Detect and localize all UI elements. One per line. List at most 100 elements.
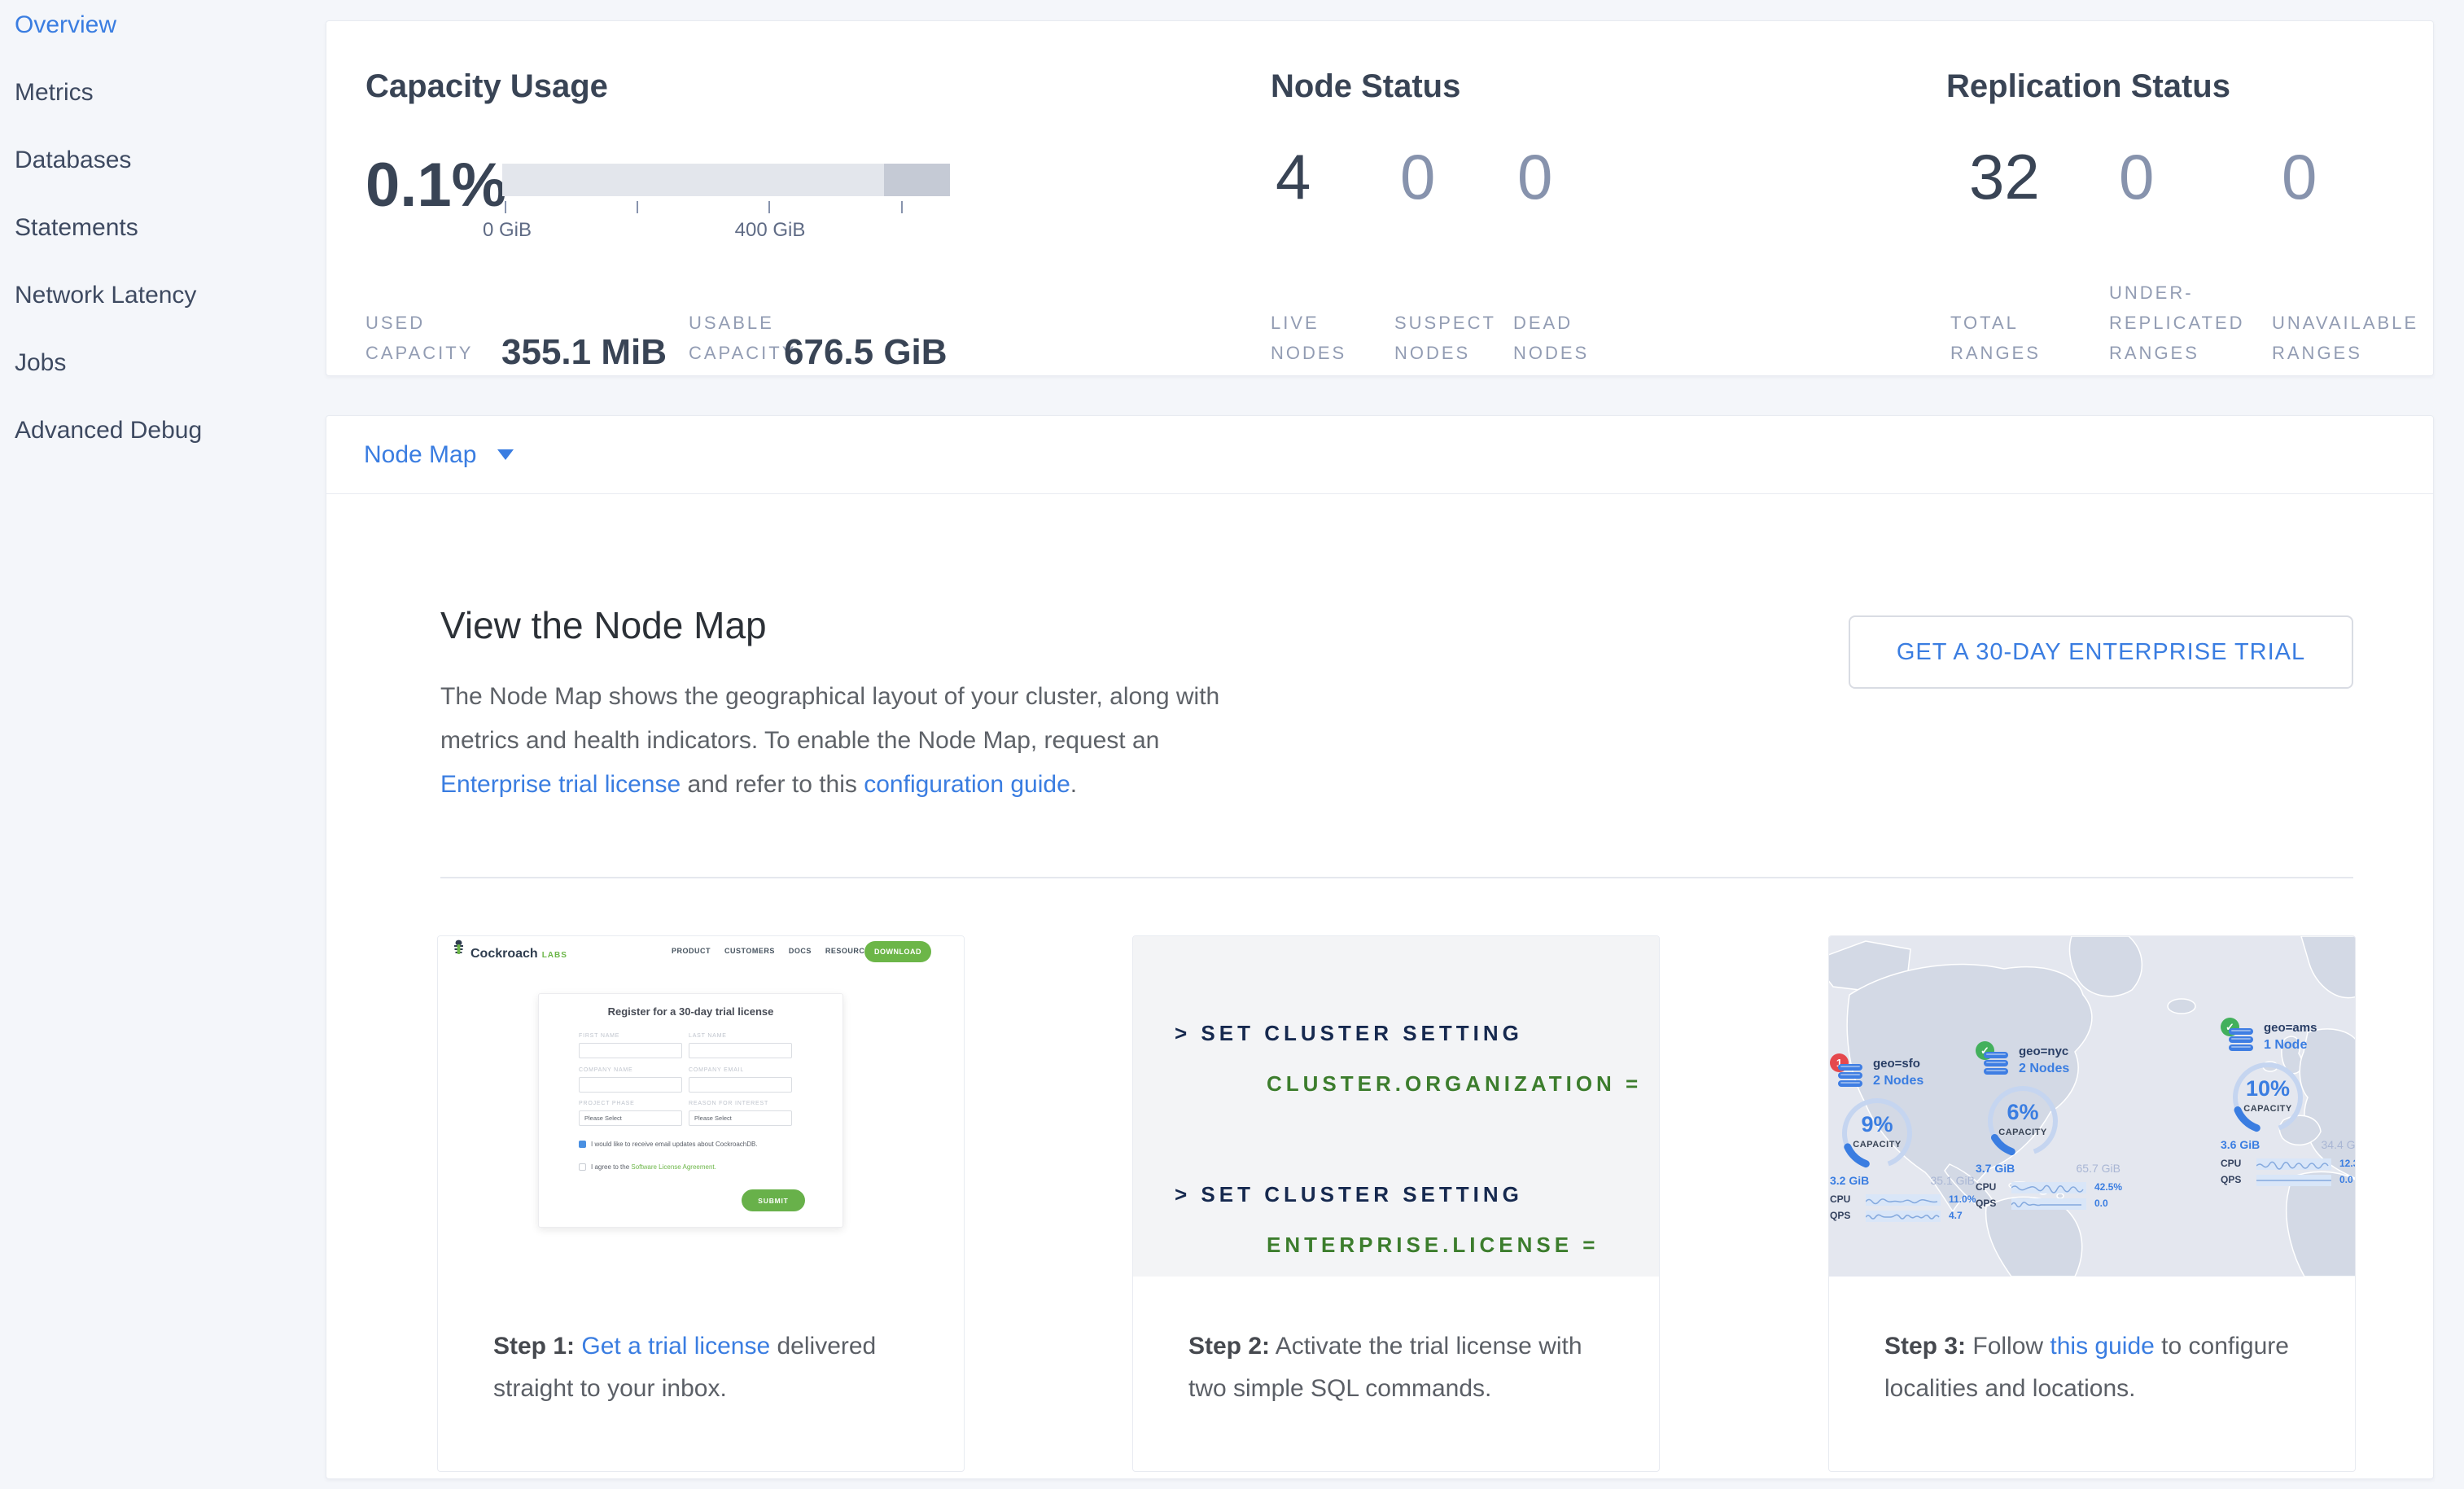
used-capacity-label: USED CAPACITY <box>365 308 473 368</box>
cpu-sparkline <box>1866 1194 1941 1206</box>
capacity-percent: 6% <box>1980 1100 2065 1125</box>
sidebar: Overview Metrics Databases Statements Ne… <box>0 0 322 1489</box>
node-count: 1 Node <box>2264 1038 2307 1053</box>
total-capacity: 34.4 GiB <box>2322 1138 2355 1151</box>
enterprise-trial-license-link[interactable]: Enterprise trial license <box>440 771 681 798</box>
node-map-panel: Node Map View the Node Map The Node Map … <box>326 415 2434 1479</box>
database-stack-icon <box>2227 1028 2256 1053</box>
node-map-description: The Node Map shows the geographical layo… <box>440 675 1254 807</box>
capacity-percent: 10% <box>2225 1076 2310 1101</box>
view-selector-dropdown[interactable]: Node Map <box>364 441 514 469</box>
used-capacity-value: 355.1 MiB <box>501 332 667 373</box>
capacity-bar <box>502 164 950 196</box>
live-nodes-count: 4 <box>1276 145 1311 208</box>
form-title: Register for a 30-day trial license <box>539 1005 842 1018</box>
cpu-label: CPU <box>2221 1158 2241 1169</box>
last-name-field[interactable] <box>689 1043 792 1058</box>
get-trial-license-link[interactable]: Get a trial license <box>581 1333 770 1360</box>
reason-for-interest-label: REASON FOR INTEREST <box>689 1101 768 1106</box>
caption-text: Follow <box>1966 1333 2050 1360</box>
node-map-preview: 1 geo=sfo 2 Nodes 9% CAPACITY <box>1829 936 2355 1277</box>
last-name-label: LAST NAME <box>689 1033 727 1039</box>
axis-tick <box>505 201 506 213</box>
step-1-prefix: Step 1: <box>493 1333 575 1360</box>
first-name-label: FIRST NAME <box>579 1033 619 1039</box>
qps-label: QPS <box>2221 1174 2241 1185</box>
configuration-guide-link[interactable]: configuration guide <box>864 771 1070 798</box>
cpu-value: 11.0% <box>1949 1193 1976 1205</box>
software-license-agreement-link[interactable]: Software License Agreement. <box>631 1163 716 1171</box>
cpu-sparkline <box>2011 1182 2086 1193</box>
qps-sparkline <box>2256 1175 2331 1186</box>
cpu-value: 42.5% <box>2094 1181 2122 1193</box>
sidebar-item-statements[interactable]: Statements <box>0 203 322 270</box>
sidebar-item-databases[interactable]: Databases <box>0 135 322 203</box>
step-3-prefix: Step 3: <box>1884 1333 1966 1360</box>
cpu-label: CPU <box>1976 1181 1996 1193</box>
license-agreement-checkbox[interactable] <box>579 1163 586 1171</box>
view-selector-label: Node Map <box>364 441 476 469</box>
project-phase-select[interactable]: Please Select <box>579 1110 682 1126</box>
capacity-percent: 9% <box>1835 1112 1919 1137</box>
nav-item[interactable]: DOCS <box>789 947 812 955</box>
step-3-card: 1 geo=sfo 2 Nodes 9% CAPACITY <box>1828 935 2356 1472</box>
company-name-field[interactable] <box>579 1077 682 1093</box>
cpu-value: 12.3% <box>2339 1158 2355 1169</box>
capacity-gauge: 6% CAPACITY <box>1980 1079 2065 1160</box>
sql-commands-snippet: > SET CLUSTER SETTING CLUSTER.ORGANIZATI… <box>1133 936 1659 1277</box>
step-1-caption: Step 1: Get a trial license delivered st… <box>493 1325 917 1410</box>
step-3-caption: Step 3: Follow this guide to configure l… <box>1884 1325 2308 1410</box>
locality-name: geo=ams <box>2264 1021 2317 1035</box>
cpu-label: CPU <box>1830 1193 1850 1205</box>
sql-line: > SET CLUSTER SETTING <box>1175 1182 1523 1207</box>
usable-capacity-value: 676.5 GiB <box>784 332 948 373</box>
used-capacity: 3.7 GiB <box>1976 1162 2015 1175</box>
step-1-card: Cockroach LABS PRODUCT CUSTOMERS DOCS RE… <box>437 935 965 1472</box>
qps-value: 4.7 <box>1949 1210 1963 1221</box>
dead-nodes-label: DEAD NODES <box>1513 308 1589 368</box>
cpu-sparkline <box>2256 1158 2331 1170</box>
nav-item[interactable]: PRODUCT <box>672 947 711 955</box>
sidebar-item-overview[interactable]: Overview <box>0 0 322 68</box>
node-status-section: Node Status 4 0 0 LIVE NODES SUSPECT NOD… <box>1271 21 1661 375</box>
sidebar-item-jobs[interactable]: Jobs <box>0 338 322 405</box>
axis-tick <box>637 201 638 213</box>
used-capacity: 3.6 GiB <box>2221 1138 2260 1151</box>
sql-line: ENTERPRISE.LICENSE = <box>1267 1233 1599 1258</box>
axis-label-0: 0 GiB <box>483 219 532 242</box>
axis-tick <box>901 201 903 213</box>
reason-for-interest-select[interactable]: Please Select <box>689 1110 792 1126</box>
unavailable-label: UNAVAILABLE RANGES <box>2272 308 2418 368</box>
qps-value: 0.0 <box>2094 1198 2108 1209</box>
sidebar-item-advanced-debug[interactable]: Advanced Debug <box>0 405 322 473</box>
first-name-field[interactable] <box>579 1043 682 1058</box>
step-2-prefix: Step 2: <box>1188 1333 1270 1360</box>
axis-tick <box>768 201 770 213</box>
sidebar-item-metrics[interactable]: Metrics <box>0 68 322 135</box>
page-title: View the Node Map <box>440 603 767 647</box>
this-guide-link[interactable]: this guide <box>2050 1333 2154 1360</box>
sidebar-item-network-latency[interactable]: Network Latency <box>0 270 322 338</box>
get-enterprise-trial-button[interactable]: GET A 30-DAY ENTERPRISE TRIAL <box>1849 615 2353 689</box>
submit-button[interactable]: SUBMIT <box>742 1189 805 1211</box>
company-name-label: COMPANY NAME <box>579 1067 633 1073</box>
nav-item[interactable]: CUSTOMERS <box>724 947 775 955</box>
cluster-summary-panel: Capacity Usage 0.1% 0 GiB 400 GiB USED C… <box>326 20 2434 376</box>
description-text: . <box>1070 771 1077 798</box>
node-count: 2 Nodes <box>1873 1074 1923 1088</box>
node-map-header: Node Map <box>326 416 2433 494</box>
axis-label-400: 400 GiB <box>735 219 806 242</box>
node-status-title: Node Status <box>1271 68 1460 105</box>
sql-line: > SET CLUSTER SETTING <box>1175 1021 1523 1046</box>
logo-suffix-text: LABS <box>542 951 567 960</box>
license-agreement-label: I agree to the Software License Agreemen… <box>591 1163 716 1171</box>
qps-label: QPS <box>1830 1210 1850 1221</box>
under-replicated-count: 0 <box>2119 145 2154 208</box>
capacity-bar-nonusable-segment <box>884 164 950 196</box>
company-email-field[interactable] <box>689 1077 792 1093</box>
download-button[interactable]: DOWNLOAD <box>864 941 931 962</box>
replication-status-section: Replication Status 32 0 0 TOTAL RANGES U… <box>1946 21 2435 375</box>
sql-line: CLUSTER.ORGANIZATION = <box>1267 1071 1642 1097</box>
email-updates-checkbox[interactable] <box>579 1141 586 1148</box>
total-capacity: 65.7 GiB <box>2077 1162 2120 1175</box>
